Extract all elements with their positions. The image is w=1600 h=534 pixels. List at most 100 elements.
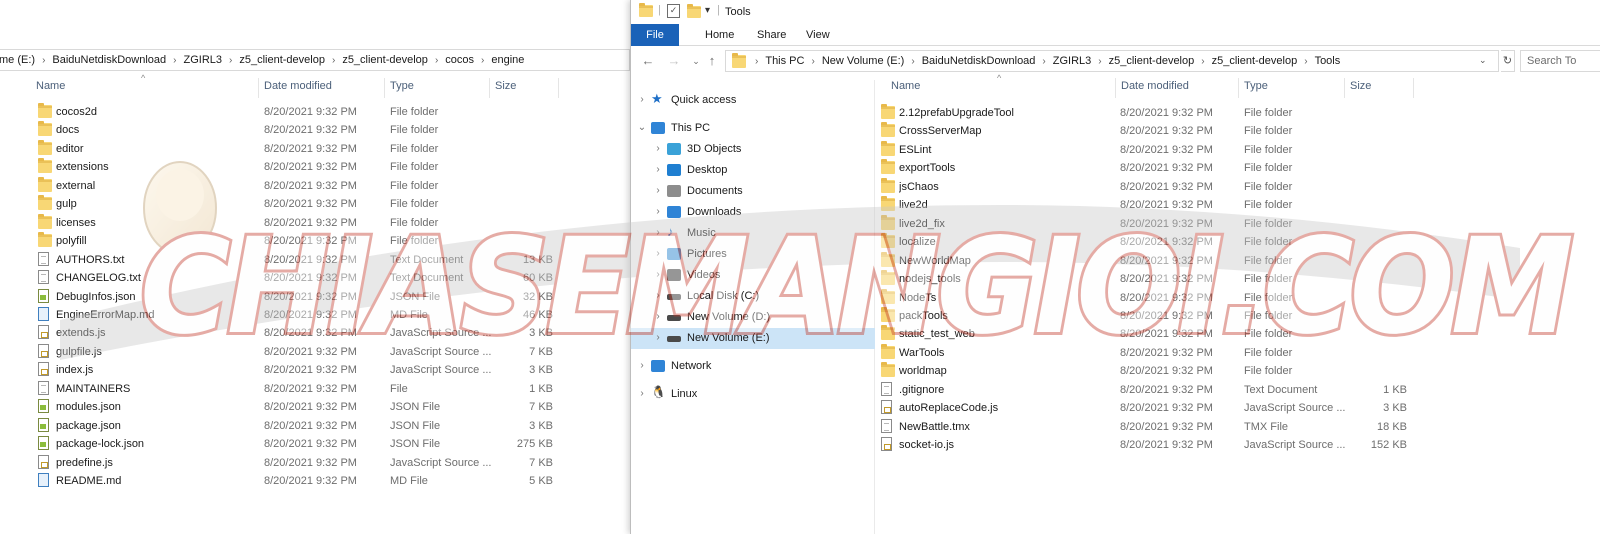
- chevron-right-icon[interactable]: ›: [911, 56, 914, 67]
- chevron-right-icon[interactable]: ›: [173, 55, 176, 66]
- chevron-right-icon[interactable]: ›: [653, 227, 663, 238]
- column-date[interactable]: Date modified: [264, 80, 332, 92]
- chevron-right-icon[interactable]: ›: [653, 332, 663, 343]
- nav-item[interactable]: › 3D Objects: [631, 139, 875, 160]
- file-row[interactable]: docs 8/20/2021 9:32 PM File folder: [0, 121, 630, 139]
- file-row[interactable]: DebugInfos.json 8/20/2021 9:32 PM JSON Fil…: [0, 288, 630, 306]
- file-row[interactable]: extends.js 8/20/2021 9:32 PM JavaScript So…: [0, 324, 630, 342]
- file-row[interactable]: jsChaos 8/20/2021 9:32 PM File folder: [875, 177, 1600, 196]
- file-row[interactable]: exportTools 8/20/2021 9:32 PM File folder: [875, 159, 1600, 177]
- file-name[interactable]: localize: [899, 236, 1112, 248]
- file-row[interactable]: worldmap 8/20/2021 9:32 PM File folder: [875, 362, 1600, 380]
- file-name[interactable]: gulpfile.js: [56, 346, 256, 358]
- chevron-right-icon[interactable]: ›: [435, 55, 438, 66]
- chevron-right-icon[interactable]: ›: [1042, 56, 1045, 67]
- file-name[interactable]: autoReplaceCode.js: [899, 402, 1112, 414]
- file-name[interactable]: WarTools: [899, 347, 1112, 359]
- file-row[interactable]: NewWorldMap 8/20/2021 9:32 PM File folder: [875, 251, 1600, 270]
- back-arrow-icon[interactable]: ←: [639, 52, 657, 70]
- tab-home[interactable]: Home: [691, 24, 748, 46]
- file-name[interactable]: extensions: [56, 161, 256, 173]
- file-row[interactable]: AUTHORS.txt 8/20/2021 9:32 PM Text Documen…: [0, 251, 630, 269]
- chevron-right-icon[interactable]: ›: [1304, 56, 1307, 67]
- chevron-right-icon[interactable]: ›: [811, 56, 814, 67]
- file-name[interactable]: EngineErrorMap.md: [56, 309, 256, 321]
- file-row[interactable]: packTools 8/20/2021 9:32 PM File folder: [875, 306, 1600, 325]
- file-row[interactable]: package-lock.json 8/20/2021 9:32 PM JSON F…: [0, 435, 630, 453]
- right-address-bar[interactable]: › This PC › New Volume (E:) › BaiduNetdiskDow…: [725, 50, 1499, 72]
- breadcrumb-item[interactable]: z5_client-develop: [342, 54, 428, 66]
- file-row[interactable]: NodeTs 8/20/2021 9:32 PM File folder: [875, 288, 1600, 307]
- file-name[interactable]: package-lock.json: [56, 438, 256, 450]
- file-name[interactable]: socket-io.js: [899, 439, 1112, 451]
- chevron-right-icon[interactable]: ›: [653, 164, 663, 175]
- tab-view[interactable]: View: [792, 24, 844, 46]
- nav-item[interactable]: › Local Disk (C:): [631, 286, 875, 307]
- file-name[interactable]: CHANGELOG.txt: [56, 272, 256, 284]
- nav-item[interactable]: › 🐧 Linux: [631, 384, 875, 405]
- file-row[interactable]: nodejs_tools 8/20/2021 9:32 PM File folder: [875, 270, 1600, 288]
- file-row[interactable]: predefine.js 8/20/2021 9:32 PM JavaScript …: [0, 454, 630, 472]
- column-type[interactable]: Type: [390, 80, 414, 92]
- nav-item[interactable]: › Desktop: [631, 160, 875, 181]
- file-name[interactable]: modules.json: [56, 401, 256, 413]
- file-row[interactable]: NewBattle.tmx 8/20/2021 9:32 PM TMX File 18…: [875, 418, 1600, 436]
- file-row[interactable]: live2d 8/20/2021 9:32 PM File folder: [875, 196, 1600, 214]
- refresh-icon[interactable]: ↻: [1501, 50, 1515, 72]
- file-row[interactable]: editor 8/20/2021 9:32 PM File folder: [0, 139, 630, 158]
- column-type[interactable]: Type: [1244, 80, 1268, 92]
- breadcrumb-item[interactable]: ZGIRL3: [183, 54, 222, 66]
- file-name[interactable]: live2d_fix: [899, 218, 1112, 230]
- chevron-right-icon[interactable]: ›: [637, 388, 647, 399]
- file-name[interactable]: gulp: [56, 198, 256, 210]
- file-name[interactable]: AUTHORS.txt: [56, 254, 256, 266]
- file-name[interactable]: ESLint: [899, 144, 1112, 156]
- file-name[interactable]: docs: [56, 124, 256, 136]
- file-row[interactable]: index.js 8/20/2021 9:32 PM JavaScript Sour…: [0, 361, 630, 379]
- breadcrumb-item[interactable]: cocos: [445, 54, 474, 66]
- chevron-right-icon[interactable]: ›: [653, 311, 663, 322]
- chevron-right-icon[interactable]: ›: [1201, 56, 1204, 67]
- file-name[interactable]: CrossServerMap: [899, 125, 1112, 137]
- nav-item[interactable]: ⌄ This PC: [631, 118, 875, 139]
- file-name[interactable]: NodeTs: [899, 292, 1112, 304]
- file-row[interactable]: WarTools 8/20/2021 9:32 PM File folder: [875, 343, 1600, 362]
- file-row[interactable]: socket-io.js 8/20/2021 9:32 PM JavaScript …: [875, 436, 1600, 454]
- new-folder-icon[interactable]: [687, 4, 701, 18]
- left-address-bar[interactable]: me (E:) › BaiduNetdiskDownload › ZGIRL3 › z5_c…: [0, 49, 630, 71]
- chevron-right-icon[interactable]: ›: [755, 56, 758, 67]
- properties-icon[interactable]: ✓: [667, 4, 680, 18]
- file-row[interactable]: .gitignore 8/20/2021 9:32 PM Text Document…: [875, 381, 1600, 399]
- breadcrumb-item[interactable]: New Volume (E:): [822, 55, 905, 67]
- breadcrumb-item[interactable]: z5_client-develop: [239, 54, 325, 66]
- file-row[interactable]: ESLint 8/20/2021 9:32 PM File folder: [875, 140, 1600, 159]
- column-size[interactable]: Size: [495, 80, 516, 92]
- nav-item[interactable]: › Pictures: [631, 244, 875, 265]
- address-dropdown-icon[interactable]: ⌄: [1479, 55, 1487, 66]
- file-name[interactable]: MAINTAINERS: [56, 383, 256, 395]
- breadcrumb-item[interactable]: ZGIRL3: [1053, 55, 1092, 67]
- file-name[interactable]: exportTools: [899, 162, 1112, 174]
- column-size[interactable]: Size: [1350, 80, 1371, 92]
- chevron-right-icon[interactable]: ›: [637, 360, 647, 371]
- file-row[interactable]: EngineErrorMap.md 8/20/2021 9:32 PM MD Fil…: [0, 306, 630, 324]
- column-name[interactable]: Name: [36, 80, 65, 92]
- file-name[interactable]: index.js: [56, 364, 256, 376]
- nav-item[interactable]: › New Volume (D:): [631, 307, 875, 328]
- file-row[interactable]: external 8/20/2021 9:32 PM File folder: [0, 176, 630, 195]
- chevron-right-icon[interactable]: ›: [653, 206, 663, 217]
- chevron-right-icon[interactable]: ›: [229, 55, 232, 66]
- nav-item[interactable]: › Videos: [631, 265, 875, 286]
- file-row[interactable]: MAINTAINERS 8/20/2021 9:32 PM File 1 KB: [0, 380, 630, 398]
- chevron-right-icon[interactable]: ›: [1098, 56, 1101, 67]
- file-name[interactable]: NewBattle.tmx: [899, 421, 1112, 433]
- chevron-right-icon[interactable]: ›: [637, 94, 647, 105]
- file-name[interactable]: live2d: [899, 199, 1112, 211]
- chevron-right-icon[interactable]: ›: [332, 55, 335, 66]
- file-name[interactable]: NewWorldMap: [899, 255, 1112, 267]
- nav-item[interactable]: › Downloads: [631, 202, 875, 223]
- file-row[interactable]: static_test_web 8/20/2021 9:32 PM File fol…: [875, 325, 1600, 343]
- breadcrumb-item[interactable]: Tools: [1315, 55, 1341, 67]
- chevron-right-icon[interactable]: ›: [481, 55, 484, 66]
- file-row[interactable]: package.json 8/20/2021 9:32 PM JSON File 3 …: [0, 417, 630, 435]
